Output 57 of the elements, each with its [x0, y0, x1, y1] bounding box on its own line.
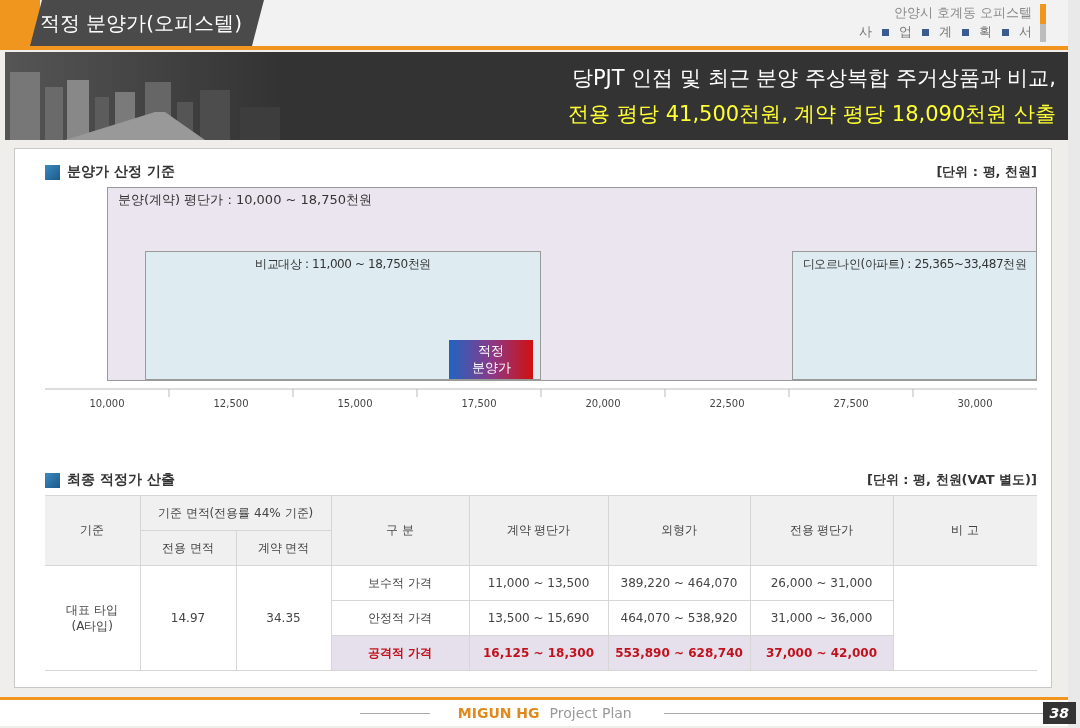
page-number: 38 [1042, 702, 1076, 724]
section-title: 분양가 산정 기준 [67, 163, 175, 181]
square-icon [962, 28, 969, 36]
price-marker: 적정 분양가 [449, 340, 533, 379]
headline-highlight: 전용 평당 41,500천원, 계약 평당 18,090천원 산출 [568, 101, 1056, 128]
brand-label: MIGUN HG [457, 705, 540, 721]
unit-label: [단위 : 평, 천원] [936, 163, 1037, 181]
unit-label: [단위 : 평, 천원(VAT 별도)] [866, 471, 1037, 489]
subtitle-char: 계 [939, 23, 952, 41]
square-icon [922, 28, 929, 36]
tick-label: 27,500 [832, 398, 870, 409]
column-header: 전용 평단가 [750, 495, 893, 566]
footer-label: Project Plan [549, 705, 632, 721]
table-cell: 464,070 ~ 538,920 [608, 600, 750, 636]
section-icon [45, 164, 60, 180]
range-bar: 디오르나인(아파트) : 25,365~33,487천원 [792, 251, 1037, 380]
table-cell: 13,500 ~ 15,690 [469, 600, 608, 636]
table-cell: 11,000 ~ 13,500 [469, 565, 608, 601]
table-cell: 31,000 ~ 36,000 [750, 600, 893, 636]
column-header: 기준 [45, 495, 140, 566]
column-header: 기준 면적(전용률 44% 기준) [140, 495, 331, 531]
tick-label: 22,500 [708, 398, 746, 409]
column-header: 전용 면적 [140, 530, 236, 566]
table-cell: 보수적 가격 [331, 565, 469, 601]
section-title: 최종 적정가 산출 [67, 471, 175, 489]
tick-label: 30,000 [956, 398, 994, 409]
tick-label: 20,000 [584, 398, 622, 409]
headline: 당PJT 인접 및 최근 분양 주상복합 주거상품과 비교, [571, 65, 1056, 92]
table-cell: 389,220 ~ 464,070 [608, 565, 750, 601]
table-cell: 26,000 ~ 31,000 [750, 565, 893, 601]
section-icon [45, 472, 60, 488]
table-cell: 14.97 [140, 565, 236, 671]
table-cell: 16,125 ~ 18,300 [469, 635, 608, 671]
tick-label: 17,500 [460, 398, 498, 409]
footer-rule [360, 712, 430, 714]
slide-title: 적정 분양가(오피스텔) [30, 0, 264, 46]
subtitle-char: 서 [1019, 23, 1032, 41]
column-header: 비 고 [893, 495, 1037, 566]
square-icon [882, 28, 889, 36]
table-cell: 37,000 ~ 42,000 [750, 635, 893, 671]
table-cell: 34.35 [236, 565, 331, 671]
subtitle-char: 획 [979, 23, 992, 41]
tick-label: 10,000 [88, 398, 126, 409]
table-cell: 대표 타입 (A타입) [45, 565, 140, 671]
table-cell: 553,890 ~ 628,740 [608, 635, 750, 671]
table-cell: 안정적 가격 [331, 600, 469, 636]
column-header: 구 분 [331, 495, 469, 566]
tick-label: 15,000 [336, 398, 374, 409]
table-cell: 공격적 가격 [331, 635, 469, 671]
column-header: 계약 면적 [236, 530, 331, 566]
column-header: 외형가 [608, 495, 750, 566]
square-icon [1002, 28, 1009, 36]
project-name: 안양시 호계동 오피스텔 [893, 4, 1032, 22]
column-header: 계약 평단가 [469, 495, 608, 566]
subtitle-char: 사 [859, 23, 872, 41]
subtitle-char: 업 [899, 23, 912, 41]
tick-label: 12,500 [212, 398, 250, 409]
